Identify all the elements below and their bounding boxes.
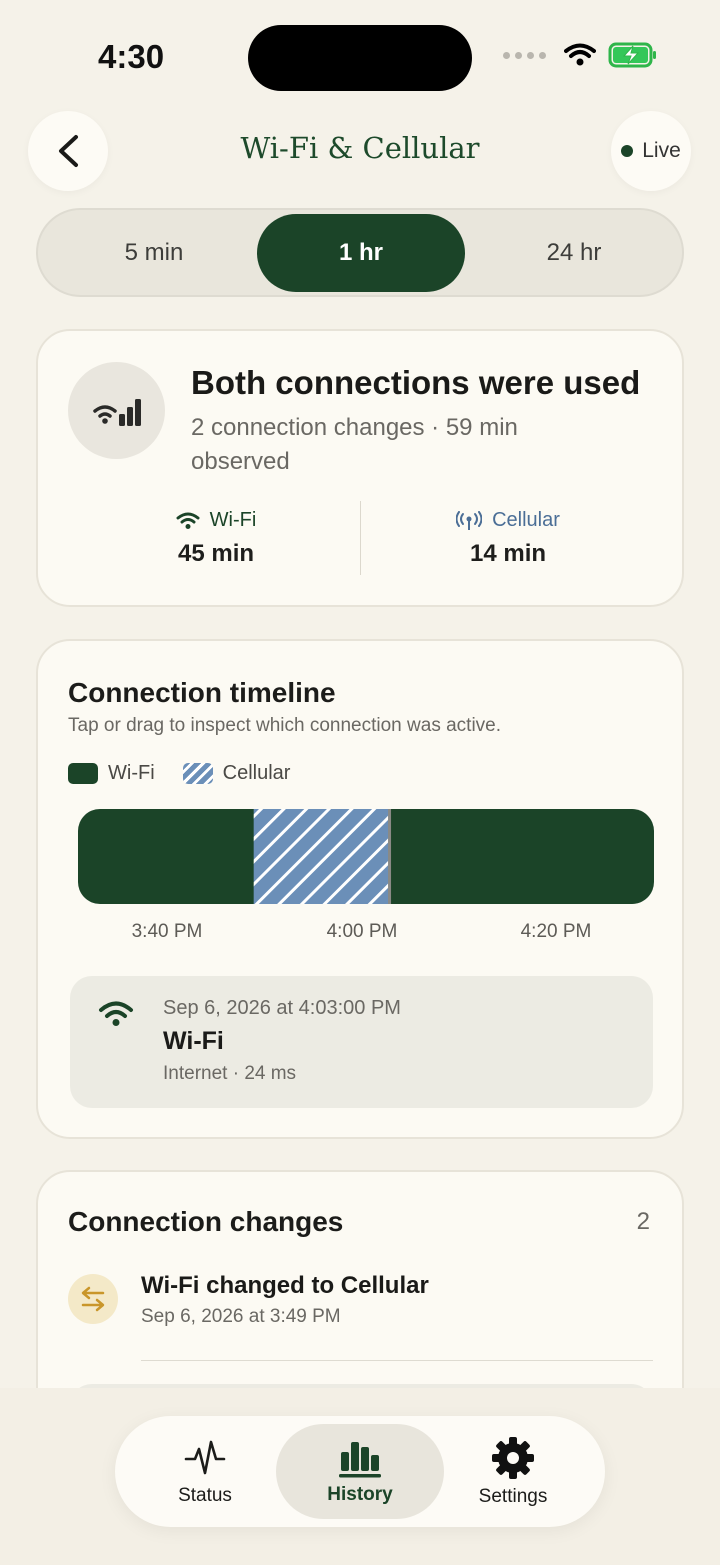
bar-chart-icon: [339, 1441, 381, 1477]
wifi-stat-label: Wi-Fi: [209, 509, 257, 531]
swap-arrows-icon: [68, 1274, 118, 1324]
range-option-24hr[interactable]: 24 hr: [470, 214, 678, 292]
live-label: Live: [642, 139, 681, 162]
cellular-stat-label: Cellular: [492, 509, 560, 531]
summary-subtitle: 2 connection changes · 59 min observed: [191, 414, 518, 475]
summary-card: Both connections were used 2 connection …: [36, 329, 684, 607]
cellular-stat: Cellular 14 min: [378, 509, 638, 568]
live-button[interactable]: Live: [611, 111, 691, 191]
timeline-cursor[interactable]: [388, 809, 392, 904]
change-item-time: Sep 6, 2026 at 3:49 PM: [141, 1306, 341, 1327]
wifi-status-icon: [564, 43, 596, 66]
live-dot-icon: [621, 145, 634, 157]
cellular-stat-value: 14 min: [469, 540, 547, 567]
tab-bar: Status History Settings: [115, 1416, 605, 1527]
gear-icon: [492, 1436, 534, 1479]
legend-cellular-label: Cellular: [222, 762, 291, 784]
tab-settings-label: Settings: [478, 1485, 548, 1507]
timeline-segment-wifi[interactable]: [389, 809, 654, 904]
battery-charging-icon: [608, 42, 656, 68]
changes-title: Connection changes: [68, 1206, 344, 1237]
tick-label: 3:40 PM: [131, 921, 203, 942]
timeline-card: Connection timeline Tap or drag to inspe…: [36, 639, 684, 1139]
summary-title: Both connections were used: [191, 364, 641, 401]
wifi-stat-value: 45 min: [177, 540, 255, 567]
tick-label: 4:20 PM: [520, 921, 592, 942]
timeline-subtitle: Tap or drag to inspect which connection …: [68, 715, 502, 736]
tab-status-label: Status: [178, 1484, 232, 1506]
tick-label: 4:00 PM: [326, 921, 398, 942]
tab-status[interactable]: Status: [121, 1424, 289, 1519]
timeline-segment-wifi[interactable]: [78, 809, 255, 904]
wifi-icon: [99, 1001, 133, 1026]
status-indicators: [503, 42, 658, 68]
pulse-icon: [184, 1440, 226, 1474]
wifi-icon: [176, 512, 200, 529]
changes-count: 2: [636, 1208, 650, 1235]
legend-wifi-swatch: [68, 763, 98, 784]
tab-history-label: History: [327, 1483, 393, 1505]
status-time: 4:30: [98, 38, 165, 75]
stat-divider: [360, 501, 361, 575]
tab-settings[interactable]: Settings: [429, 1424, 597, 1519]
range-option-1hr[interactable]: 1 hr: [257, 214, 465, 292]
dynamic-island: [248, 25, 472, 91]
inspect-time: Sep 6, 2026 at 4:03:00 PM: [163, 997, 401, 1019]
cellular-antenna-icon: [456, 510, 483, 530]
timeline-title: Connection timeline: [68, 677, 336, 708]
time-range-selector: 5 min 1 hr 24 hr: [36, 208, 684, 297]
timeline-legend: Wi-Fi Cellular: [68, 762, 290, 785]
signal-dots-icon: [503, 51, 546, 59]
tab-history[interactable]: History: [276, 1424, 444, 1519]
legend-cellular-swatch: [182, 763, 213, 784]
timeline-axis: 3:40 PM 4:00 PM 4:20 PM: [38, 921, 686, 945]
list-divider: [141, 1360, 653, 1361]
change-item-title[interactable]: Wi-Fi changed to Cellular: [141, 1272, 429, 1300]
wifi-cellular-icon: [68, 362, 165, 459]
legend-wifi-label: Wi-Fi: [108, 762, 155, 784]
inspect-detail: Internet · 24 ms: [163, 1063, 297, 1084]
wifi-stat: Wi-Fi 45 min: [86, 509, 346, 568]
range-option-5min[interactable]: 5 min: [50, 214, 258, 292]
timeline-bar[interactable]: [78, 809, 654, 904]
inspect-connection: Wi-Fi: [163, 1027, 224, 1055]
timeline-segment-cellular[interactable]: [253, 809, 390, 904]
inspect-panel: Sep 6, 2026 at 4:03:00 PM Wi-Fi Internet…: [70, 976, 653, 1108]
